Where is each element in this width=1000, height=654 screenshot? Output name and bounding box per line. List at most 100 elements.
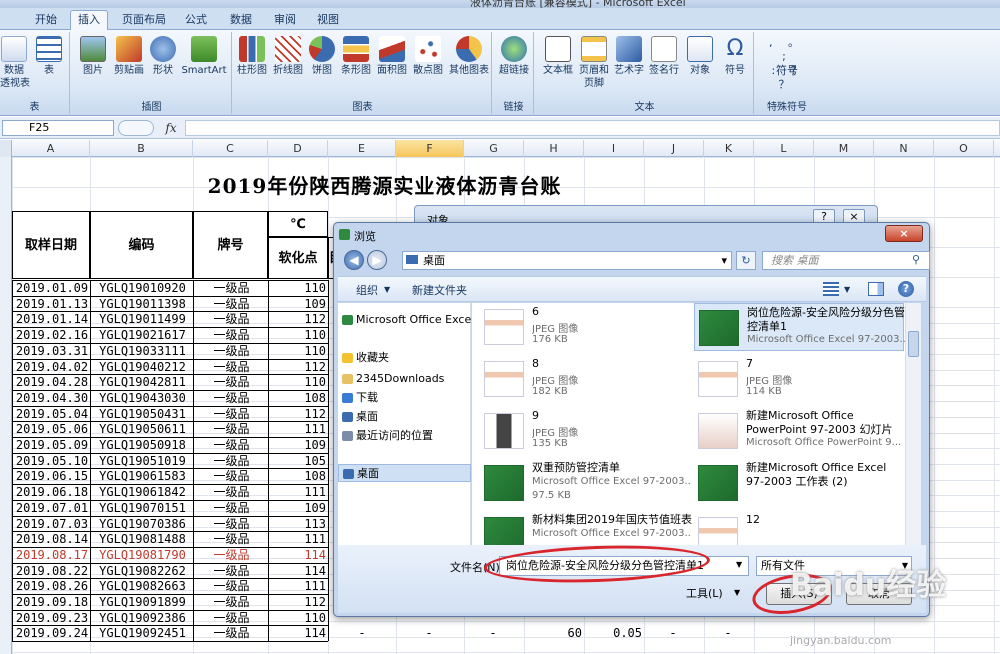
- scrollbar-thumb[interactable]: [908, 331, 919, 357]
- column-header-g[interactable]: G: [464, 140, 524, 157]
- signature-line-button[interactable]: 签名行: [646, 36, 682, 77]
- cell-k[interactable]: -: [704, 625, 752, 641]
- cell-code[interactable]: YGLQ19050918: [92, 437, 193, 453]
- nav-item-3[interactable]: 下载: [338, 389, 471, 407]
- hyperlink-button[interactable]: 超链接: [494, 36, 534, 77]
- new-folder-button[interactable]: 新建文件夹: [412, 282, 467, 298]
- column-chart-button[interactable]: 柱形图: [234, 36, 270, 77]
- cell-date[interactable]: 2019.01.09: [14, 280, 90, 296]
- address-bar[interactable]: 桌面 ▾: [402, 251, 732, 270]
- cell-softening-point[interactable]: 109: [270, 296, 326, 312]
- cell-softening-point[interactable]: 112: [270, 594, 326, 610]
- column-header-h[interactable]: H: [524, 140, 584, 157]
- cell-date[interactable]: 2019.06.18: [14, 484, 90, 500]
- cell-code[interactable]: YGLQ19061842: [92, 484, 193, 500]
- cell-date[interactable]: 2019.01.14: [14, 311, 90, 327]
- tab-view[interactable]: 视图: [310, 11, 346, 30]
- cell-code[interactable]: YGLQ19040212: [92, 359, 193, 375]
- cell-code[interactable]: YGLQ19011499: [92, 311, 193, 327]
- cell-code[interactable]: YGLQ19081488: [92, 531, 193, 547]
- cell-date[interactable]: 2019.04.30: [14, 390, 90, 406]
- cell-softening-point[interactable]: 112: [270, 406, 326, 422]
- file-item[interactable]: 7 JPEG 图像 114 KB: [694, 355, 904, 403]
- cell-date[interactable]: 2019.02.16: [14, 327, 90, 343]
- cell-softening-point[interactable]: 111: [270, 578, 326, 594]
- cell-softening-point[interactable]: 105: [270, 453, 326, 469]
- scatter-chart-button[interactable]: 散点图: [410, 36, 446, 77]
- column-header-f[interactable]: F: [396, 140, 464, 157]
- cell-code[interactable]: YGLQ19061583: [92, 468, 193, 484]
- nav-item-1[interactable]: 收藏夹: [338, 349, 471, 367]
- chevron-down-icon[interactable]: ▾: [721, 252, 727, 269]
- cell-grade[interactable]: 一级品: [195, 421, 268, 437]
- cell-j[interactable]: -: [644, 625, 702, 641]
- cell-grade[interactable]: 一级品: [195, 359, 268, 375]
- back-arrow-icon[interactable]: ◀: [344, 250, 364, 270]
- chevron-down-icon[interactable]: ▼: [844, 285, 850, 294]
- cell-grade[interactable]: 一级品: [195, 406, 268, 422]
- cell-code[interactable]: YGLQ19011398: [92, 296, 193, 312]
- nav-item-2[interactable]: 2345Downloads: [338, 370, 471, 388]
- cell-grade[interactable]: 一级品: [195, 453, 268, 469]
- select-all-corner[interactable]: [0, 140, 12, 157]
- cell-softening-point[interactable]: 112: [270, 311, 326, 327]
- cell-softening-point[interactable]: 111: [270, 484, 326, 500]
- nav-item-5[interactable]: 最近访问的位置: [338, 427, 471, 445]
- cell-softening-point[interactable]: 111: [270, 531, 326, 547]
- preview-pane-icon[interactable]: [868, 282, 884, 296]
- pie-chart-button[interactable]: 饼图: [306, 36, 338, 77]
- file-item[interactable]: 新建Microsoft Office Excel 97-2003 工作表 (2): [694, 459, 904, 507]
- cell-date[interactable]: 2019.09.18: [14, 594, 90, 610]
- column-header-a[interactable]: A: [12, 140, 90, 157]
- cell-grade[interactable]: 一级品: [195, 516, 268, 532]
- cell-grade[interactable]: 一级品: [195, 594, 268, 610]
- cell-code[interactable]: YGLQ19021617: [92, 327, 193, 343]
- cell-grade[interactable]: 一级品: [195, 578, 268, 594]
- cell-date[interactable]: 2019.05.10: [14, 453, 90, 469]
- cell-date[interactable]: 2019.08.17: [14, 547, 90, 563]
- column-header-e[interactable]: E: [328, 140, 396, 157]
- table-button[interactable]: 表: [32, 36, 66, 77]
- column-header-d[interactable]: D: [268, 140, 328, 157]
- column-header-l[interactable]: L: [754, 140, 814, 157]
- cell-grade[interactable]: 一级品: [195, 563, 268, 579]
- file-item[interactable]: 12: [694, 511, 904, 545]
- cell-date[interactable]: 2019.08.26: [14, 578, 90, 594]
- cell-i[interactable]: 0.05: [584, 625, 642, 641]
- cell-date[interactable]: 2019.04.02: [14, 359, 90, 375]
- cell-grade[interactable]: 一级品: [195, 531, 268, 547]
- file-item[interactable]: 岗位危险源-安全风险分级分色管控清单1 Microsoft Office Exce…: [694, 303, 905, 351]
- cell-grade[interactable]: 一级品: [195, 437, 268, 453]
- file-item[interactable]: 新建Microsoft Office PowerPoint 97-2003 幻灯…: [694, 407, 904, 455]
- cell-code[interactable]: YGLQ19033111: [92, 343, 193, 359]
- cell-h[interactable]: 60: [524, 625, 582, 641]
- column-header-m[interactable]: M: [814, 140, 874, 157]
- cell-grade[interactable]: 一级品: [195, 327, 268, 343]
- symbol-button[interactable]: Ω 符号: [718, 36, 752, 77]
- smartart-button[interactable]: SmartArt: [178, 36, 230, 77]
- cell-grade[interactable]: 一级品: [195, 500, 268, 516]
- cell-code[interactable]: YGLQ19050611: [92, 421, 193, 437]
- cell-date[interactable]: 2019.07.03: [14, 516, 90, 532]
- cell-code[interactable]: YGLQ19082262: [92, 563, 193, 579]
- cell-softening-point[interactable]: 111: [270, 421, 326, 437]
- cell-date[interactable]: 2019.09.23: [14, 610, 90, 626]
- cell-softening-point[interactable]: 110: [270, 280, 326, 296]
- cell-grade[interactable]: 一级品: [195, 296, 268, 312]
- cell-softening-point[interactable]: 114: [270, 547, 326, 563]
- cell-code[interactable]: YGLQ19082663: [92, 578, 193, 594]
- nav-item-6[interactable]: 桌面: [338, 464, 471, 482]
- cell-grade[interactable]: 一级品: [195, 280, 268, 296]
- column-header-j[interactable]: J: [644, 140, 704, 157]
- cell-code[interactable]: YGLQ19092451: [92, 625, 193, 641]
- formula-input[interactable]: [185, 120, 1000, 136]
- cell-date[interactable]: 2019.08.22: [14, 563, 90, 579]
- cell-code[interactable]: YGLQ19051019: [92, 453, 193, 469]
- cell-softening-point[interactable]: 109: [270, 500, 326, 516]
- tools-menu[interactable]: 工具(L): [686, 585, 723, 601]
- column-header-k[interactable]: K: [704, 140, 754, 157]
- cell-softening-point[interactable]: 114: [270, 625, 326, 641]
- cell-softening-point[interactable]: 114: [270, 563, 326, 579]
- cell-date[interactable]: 2019.08.14: [14, 531, 90, 547]
- clipart-button[interactable]: 剪贴画: [110, 36, 148, 77]
